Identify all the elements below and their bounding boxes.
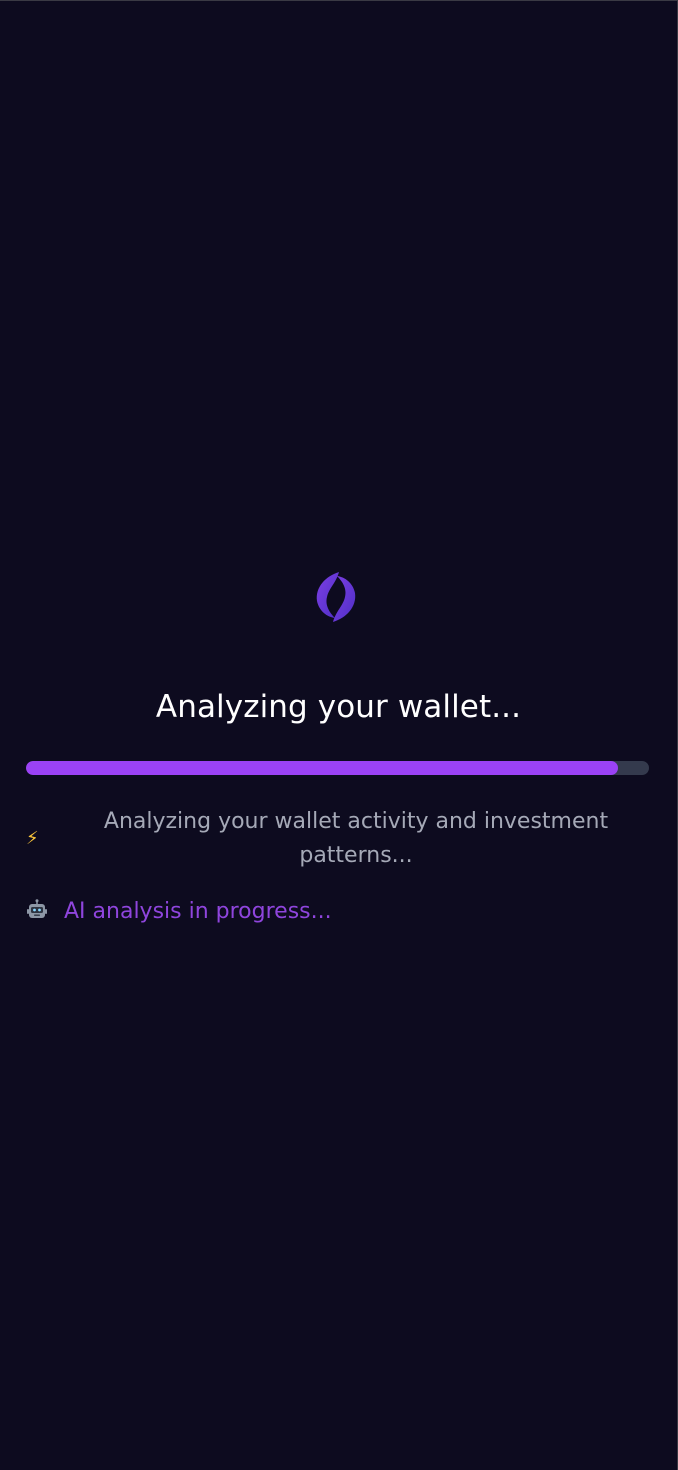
loading-title: Analyzing your wallet... [155, 689, 522, 725]
lightning-icon: ⚡ [26, 828, 39, 849]
analysis-progress-bar [26, 761, 649, 775]
analysis-status-text: Analyzing your wallet activity and inves… [103, 809, 609, 868]
ai-analysis-text: AI analysis in progress... [64, 899, 332, 924]
wallet-analysis-screen: Analyzing your wallet... ⚡ Analyzing you… [0, 0, 678, 1470]
robot-icon [27, 899, 47, 918]
progress-fill [26, 761, 618, 775]
brand-logo-icon [316, 572, 356, 622]
